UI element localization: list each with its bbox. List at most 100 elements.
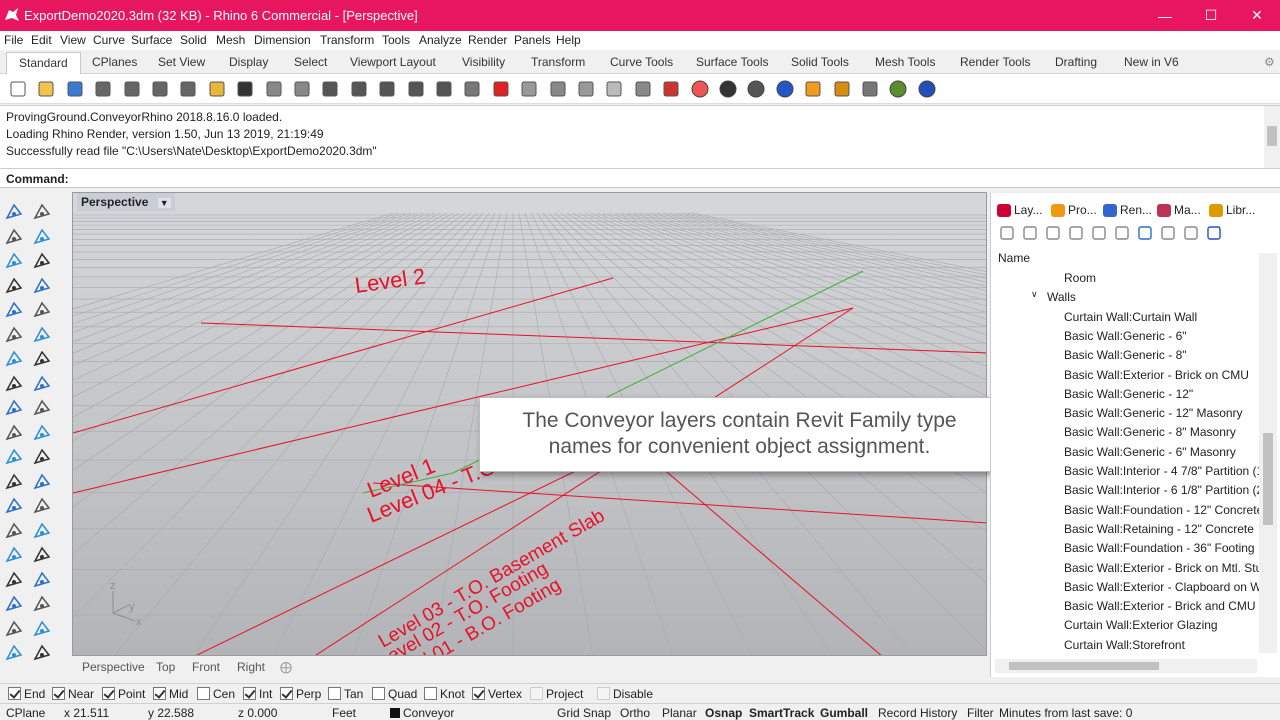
tab-curve-tools[interactable]: Curve Tools (610, 55, 673, 69)
viewport-tab-top[interactable]: Top (156, 660, 175, 674)
tab-render-tools[interactable]: Render Tools (960, 55, 1031, 69)
tab-solid-tools[interactable]: Solid Tools (791, 55, 849, 69)
import-icon[interactable] (122, 79, 142, 99)
chevron-down-icon[interactable]: ∨ (1031, 289, 1038, 300)
help-icon[interactable] (1206, 225, 1222, 241)
record-history-toggle[interactable]: Record History (878, 706, 957, 720)
new-sublayer-icon[interactable] (1022, 225, 1038, 241)
tab-transform[interactable]: Transform (531, 55, 585, 69)
layer-row[interactable]: Curtain Wall:Curtain Wall (1064, 310, 1197, 324)
paste-icon[interactable] (207, 79, 227, 99)
layers-vertical-scrollbar[interactable] (1259, 253, 1277, 653)
tools-icon[interactable] (1183, 225, 1199, 241)
tool-19-icon[interactable] (32, 423, 52, 443)
checkbox[interactable] (243, 687, 256, 700)
tool-35-icon[interactable] (32, 619, 52, 639)
menu-item[interactable]: Analyze (419, 33, 462, 47)
tab-cplanes[interactable]: CPlanes (92, 55, 137, 69)
checkbox[interactable] (328, 687, 341, 700)
menu-item[interactable]: File (4, 33, 23, 47)
save-icon[interactable] (65, 79, 85, 99)
move-down-icon[interactable] (1091, 225, 1107, 241)
tab-drafting[interactable]: Drafting (1055, 55, 1097, 69)
panel-tab[interactable]: Ren... (1120, 203, 1152, 217)
filter-icon[interactable] (1137, 225, 1153, 241)
undo-icon[interactable] (235, 79, 255, 99)
chevron-down-icon[interactable]: ▼ (157, 198, 171, 208)
checkbox[interactable] (153, 687, 166, 700)
osnap-knot[interactable]: Knot (424, 687, 465, 701)
tool-24-icon[interactable] (4, 496, 24, 516)
open-file-icon[interactable] (36, 79, 56, 99)
layer-row[interactable]: Walls (1047, 290, 1076, 304)
maximize-button[interactable]: ☐ (1188, 0, 1234, 31)
tool-30-icon[interactable] (4, 570, 24, 590)
copy-layer-icon[interactable] (1160, 225, 1176, 241)
tab-set-view[interactable]: Set View (158, 55, 205, 69)
viewport-tab-front[interactable]: Front (192, 660, 220, 674)
grid-snap-toggle[interactable]: Grid Snap (557, 706, 611, 720)
cut-icon[interactable] (150, 79, 170, 99)
layer-row[interactable]: Basic Wall:Exterior - Brick on Mtl. Stud (1064, 561, 1269, 575)
tool-4-icon[interactable] (4, 251, 24, 271)
checkbox[interactable] (472, 687, 485, 700)
analysis-icon[interactable] (803, 79, 823, 99)
tab-standard[interactable]: Standard (6, 52, 81, 74)
tool-33-icon[interactable] (32, 594, 52, 614)
tab-surface-tools[interactable]: Surface Tools (696, 55, 769, 69)
new-file-icon[interactable] (8, 79, 28, 99)
menu-item[interactable]: Render (468, 33, 507, 47)
tool-22-icon[interactable] (4, 472, 24, 492)
tool-34-icon[interactable] (4, 619, 24, 639)
blue-sphere-icon[interactable] (775, 79, 795, 99)
tab-display[interactable]: Display (229, 55, 268, 69)
layer-row[interactable]: Basic Wall:Interior - 4 7/8" Partition (… (1064, 464, 1263, 478)
gear-settings-icon[interactable] (832, 79, 852, 99)
tool-20-icon[interactable] (4, 447, 24, 467)
osnap-project[interactable]: Project (530, 687, 583, 701)
layer-row[interactable]: Basic Wall:Interior - 6 1/8" Partition (… (1064, 483, 1263, 497)
light-bulb-icon[interactable] (604, 79, 624, 99)
checkbox[interactable] (8, 687, 21, 700)
tab-viewport-layout[interactable]: Viewport Layout (350, 55, 436, 69)
menu-item[interactable]: Panels (514, 33, 551, 47)
tool-23-icon[interactable] (32, 472, 52, 492)
panel-tab[interactable]: Libr... (1226, 203, 1255, 217)
gumball-toggle[interactable]: Gumball (820, 706, 868, 720)
layer-row[interactable]: Curtain Wall:Exterior Glazing (1064, 618, 1218, 632)
osnap-int[interactable]: Int (243, 687, 272, 701)
show-objects-icon[interactable] (434, 79, 454, 99)
tool-3-icon[interactable] (32, 227, 52, 247)
layer-row[interactable]: Curtain Wall:Storefront (1064, 638, 1185, 652)
menu-item[interactable]: Surface (131, 33, 172, 47)
move-out-icon[interactable] (1114, 225, 1130, 241)
checkbox[interactable] (597, 687, 610, 700)
osnap-perp[interactable]: Perp (280, 687, 321, 701)
layer-row[interactable]: Basic Wall:Foundation - 12" Concrete (1064, 503, 1263, 517)
car-render-icon[interactable] (491, 79, 511, 99)
zoom-window-icon[interactable] (349, 79, 369, 99)
color-wheel-icon[interactable] (690, 79, 710, 99)
viewport-tab-right[interactable]: Right (237, 660, 265, 674)
tool-16-icon[interactable] (4, 398, 24, 418)
menu-item[interactable]: Tools (382, 33, 410, 47)
mesh-tools-icon[interactable] (860, 79, 880, 99)
tool-32-icon[interactable] (4, 594, 24, 614)
smarttrack-toggle[interactable]: SmartTrack (749, 706, 814, 720)
zoom-extents-icon[interactable] (377, 79, 397, 99)
tool-21-icon[interactable] (32, 447, 52, 467)
osnap-quad[interactable]: Quad (372, 687, 417, 701)
tab-new-in-v6[interactable]: New in V6 (1124, 55, 1179, 69)
tab-mesh-tools[interactable]: Mesh Tools (875, 55, 935, 69)
tool-28-icon[interactable] (4, 545, 24, 565)
point-on-icon[interactable] (576, 79, 596, 99)
checkbox[interactable] (52, 687, 65, 700)
tool-31-icon[interactable] (32, 570, 52, 590)
checkbox[interactable] (530, 687, 543, 700)
osnap-mid[interactable]: Mid (153, 687, 188, 701)
viewport-title[interactable]: Perspective ▼ (77, 193, 175, 211)
four-viewports-icon[interactable] (462, 79, 482, 99)
tab-visibility[interactable]: Visibility (462, 55, 505, 69)
layer-row[interactable]: Basic Wall:Exterior - Brick on CMU (1064, 368, 1249, 382)
layer-row[interactable]: Basic Wall:Generic - 8" Masonry (1064, 425, 1236, 439)
